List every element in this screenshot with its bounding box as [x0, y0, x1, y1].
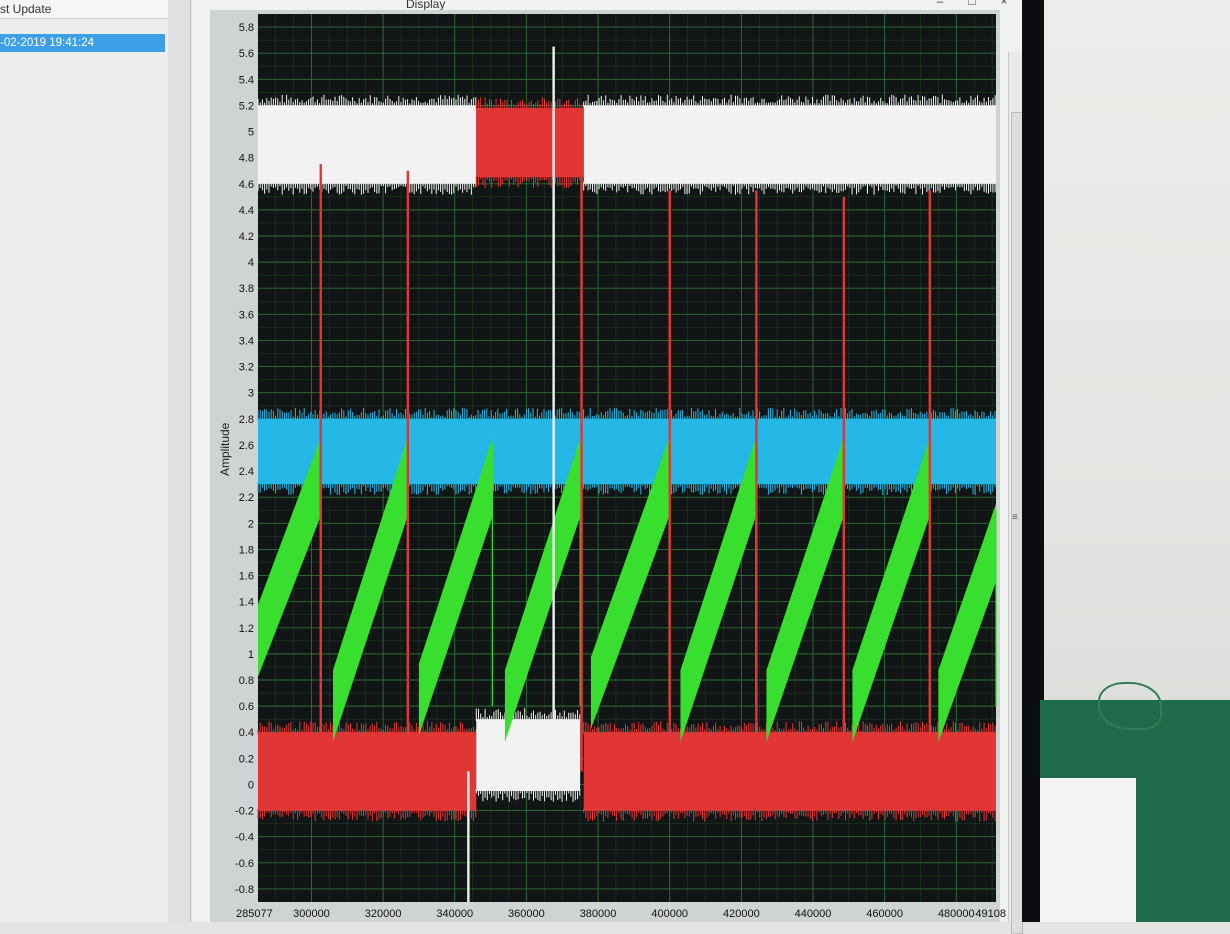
- y-tick-label: -0.6: [235, 858, 254, 870]
- y-tick-label: 1: [248, 649, 254, 661]
- y-tick-label: 4.2: [239, 231, 254, 243]
- y-tick-label: 4.6: [239, 179, 254, 191]
- desk-paper: [1040, 778, 1136, 922]
- y-tick-label: 1.6: [239, 571, 254, 583]
- y-tick-label: 2.8: [239, 414, 254, 426]
- x-tick-label: 380000: [580, 908, 617, 920]
- y-tick-label: 2.2: [239, 492, 254, 504]
- series-band-3: [583, 732, 996, 811]
- y-tick-label: -0.4: [235, 832, 254, 844]
- y-tick-label: 0.6: [239, 701, 254, 713]
- desk-cable: [1098, 682, 1162, 730]
- x-tick-label: 49108: [975, 908, 1006, 920]
- y-tick-label: 5.8: [239, 22, 254, 34]
- background-wall: [1044, 0, 1230, 700]
- y-tick-label: 0.8: [239, 675, 254, 687]
- y-tick-label: 3: [248, 388, 254, 400]
- y-tick-label: 4.4: [239, 205, 254, 217]
- x-tick-label: 440000: [795, 908, 832, 920]
- x-tick-label: 320000: [365, 908, 402, 920]
- series-band-1: [476, 108, 584, 178]
- x-tick-label: 285077: [236, 908, 273, 920]
- y-tick-label: -0.8: [235, 884, 254, 896]
- y-tick-label: 4: [248, 257, 254, 269]
- x-tick-label: 360000: [508, 908, 545, 920]
- x-tick-label: 460000: [866, 908, 903, 920]
- y-tick-label: -0.2: [235, 806, 254, 818]
- x-tick-label: 480000: [938, 908, 975, 920]
- y-tick-label: 3.4: [239, 335, 254, 347]
- y-tick-label: 1.2: [239, 623, 254, 635]
- y-tick-label: 5.6: [239, 48, 254, 60]
- series-band-0: [583, 105, 996, 184]
- y-tick-label: 0.2: [239, 753, 254, 765]
- y-tick-label: 2: [248, 518, 254, 530]
- y-tick-label: 0.4: [239, 727, 254, 739]
- y-tick-label: 5: [248, 127, 254, 139]
- y-tick-label: 2.4: [239, 466, 254, 478]
- y-tick-label: 1.8: [239, 544, 254, 556]
- series-band-2: [258, 418, 996, 485]
- y-tick-label: 4.8: [239, 153, 254, 165]
- y-tick-label: 3.8: [239, 283, 254, 295]
- x-tick-label: 300000: [293, 908, 330, 920]
- y-tick-label: 2.6: [239, 440, 254, 452]
- x-tick-label: 340000: [436, 908, 473, 920]
- y-tick-label: 5.2: [239, 100, 254, 112]
- x-tick-label: 420000: [723, 908, 760, 920]
- series-band-4: [476, 719, 581, 791]
- series-band-0: [258, 105, 477, 184]
- x-tick-label: 400000: [651, 908, 688, 920]
- y-tick-label: 1.4: [239, 597, 254, 609]
- y-tick-label: 3.6: [239, 309, 254, 321]
- y-tick-label: 3.2: [239, 362, 254, 374]
- series-band-3: [258, 732, 477, 811]
- y-tick-label: 0: [248, 779, 254, 791]
- y-tick-label: 5.4: [239, 74, 254, 86]
